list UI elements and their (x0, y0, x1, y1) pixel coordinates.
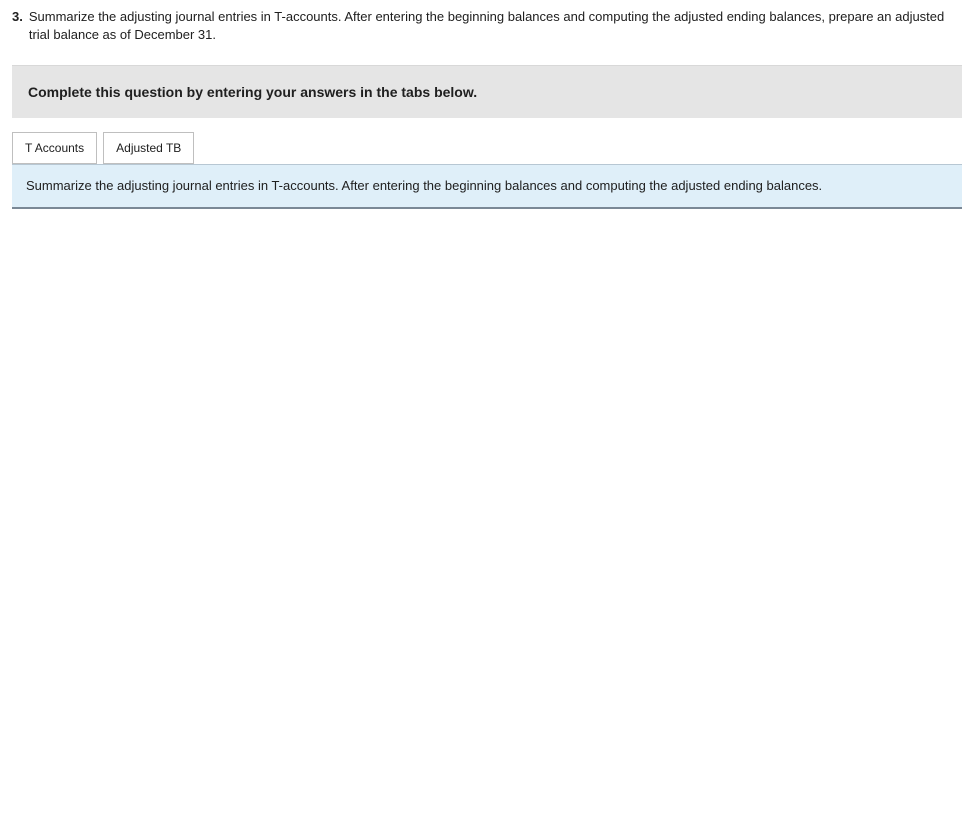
instruction-banner: Complete this question by entering your … (12, 65, 962, 118)
sub-instructions-text: Summarize the adjusting journal entries … (26, 178, 822, 193)
question-row: 3. Summarize the adjusting journal entri… (12, 8, 962, 43)
sub-instructions-banner: Summarize the adjusting journal entries … (12, 164, 962, 207)
tab-t-accounts[interactable]: T Accounts (12, 132, 97, 164)
question-number: 3. (12, 8, 23, 43)
tab-row: T Accounts Adjusted TB (12, 132, 962, 164)
instruction-banner-text: Complete this question by entering your … (28, 84, 477, 100)
t-accounts-area (12, 207, 962, 209)
tab-adjusted-tb[interactable]: Adjusted TB (103, 132, 194, 164)
question-text: Summarize the adjusting journal entries … (29, 8, 962, 43)
